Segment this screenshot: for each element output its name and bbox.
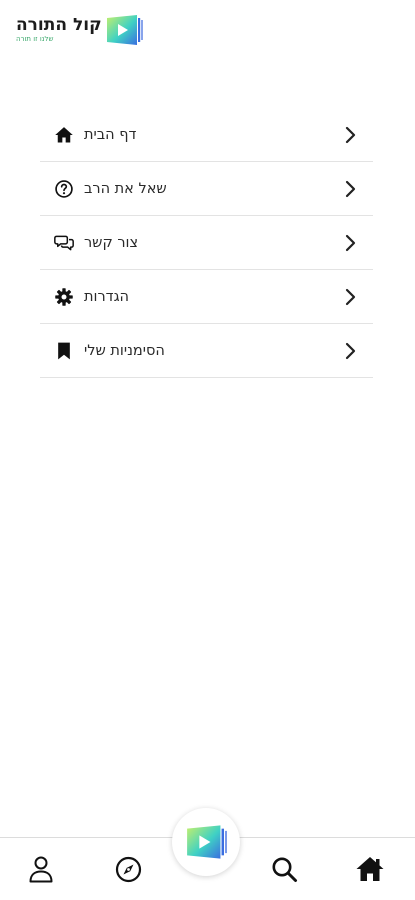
app-logo[interactable]: קול התורה שלנו זו תורה xyxy=(16,12,144,48)
home-icon xyxy=(55,126,73,142)
chevron-right-icon xyxy=(345,288,356,306)
gear-icon xyxy=(55,287,73,306)
search-icon xyxy=(272,857,297,882)
chat-bubbles-icon xyxy=(54,235,74,250)
app-header: קול התורה שלנו זו תורה xyxy=(0,0,415,70)
bookmark-icon xyxy=(58,342,70,359)
video-play-logo-icon xyxy=(187,825,227,859)
app-title: קול התורה xyxy=(16,15,102,35)
nav-home-button[interactable] xyxy=(342,838,398,900)
chevron-right-icon xyxy=(345,342,356,360)
chevron-right-icon xyxy=(345,234,356,252)
menu-item-contact[interactable]: צור קשר xyxy=(40,216,373,270)
home-icon xyxy=(356,857,384,881)
video-play-logo-icon xyxy=(106,15,143,45)
logo-text: קול התורה שלנו זו תורה xyxy=(16,16,102,44)
chevron-right-icon xyxy=(345,126,356,144)
menu-item-label: הגדרות xyxy=(84,288,130,305)
side-menu: דף הבית שאל את הרב צור קשר הגדרות הסימני… xyxy=(40,108,373,378)
menu-item-label: הסימניות שלי xyxy=(84,342,165,359)
nav-profile-button[interactable] xyxy=(13,838,69,900)
menu-item-label-group: הגדרות xyxy=(54,270,129,323)
menu-item-settings[interactable]: הגדרות xyxy=(40,270,373,324)
menu-item-bookmarks[interactable]: הסימניות שלי xyxy=(40,324,373,378)
chevron-right-icon xyxy=(345,180,356,198)
user-icon xyxy=(29,856,53,883)
menu-item-label: שאל את הרב xyxy=(84,180,167,197)
menu-item-label-group: הסימניות שלי xyxy=(54,324,165,377)
nav-search-button[interactable] xyxy=(256,838,312,900)
menu-item-ask-rabbi[interactable]: שאל את הרב xyxy=(40,162,373,216)
menu-item-label-group: שאל את הרב xyxy=(54,162,167,215)
nav-center-logo-button[interactable] xyxy=(172,808,240,876)
nav-explore-button[interactable] xyxy=(100,838,156,900)
compass-icon xyxy=(115,856,141,882)
app-tagline: שלנו זו תורה xyxy=(16,35,54,43)
question-circle-icon xyxy=(55,179,73,198)
menu-item-label: צור קשר xyxy=(84,234,139,251)
bottom-nav-bar xyxy=(0,808,415,900)
menu-item-home[interactable]: דף הבית xyxy=(40,108,373,162)
menu-item-label: דף הבית xyxy=(84,126,137,143)
menu-item-label-group: צור קשר xyxy=(54,216,138,269)
menu-item-label-group: דף הבית xyxy=(54,108,136,161)
